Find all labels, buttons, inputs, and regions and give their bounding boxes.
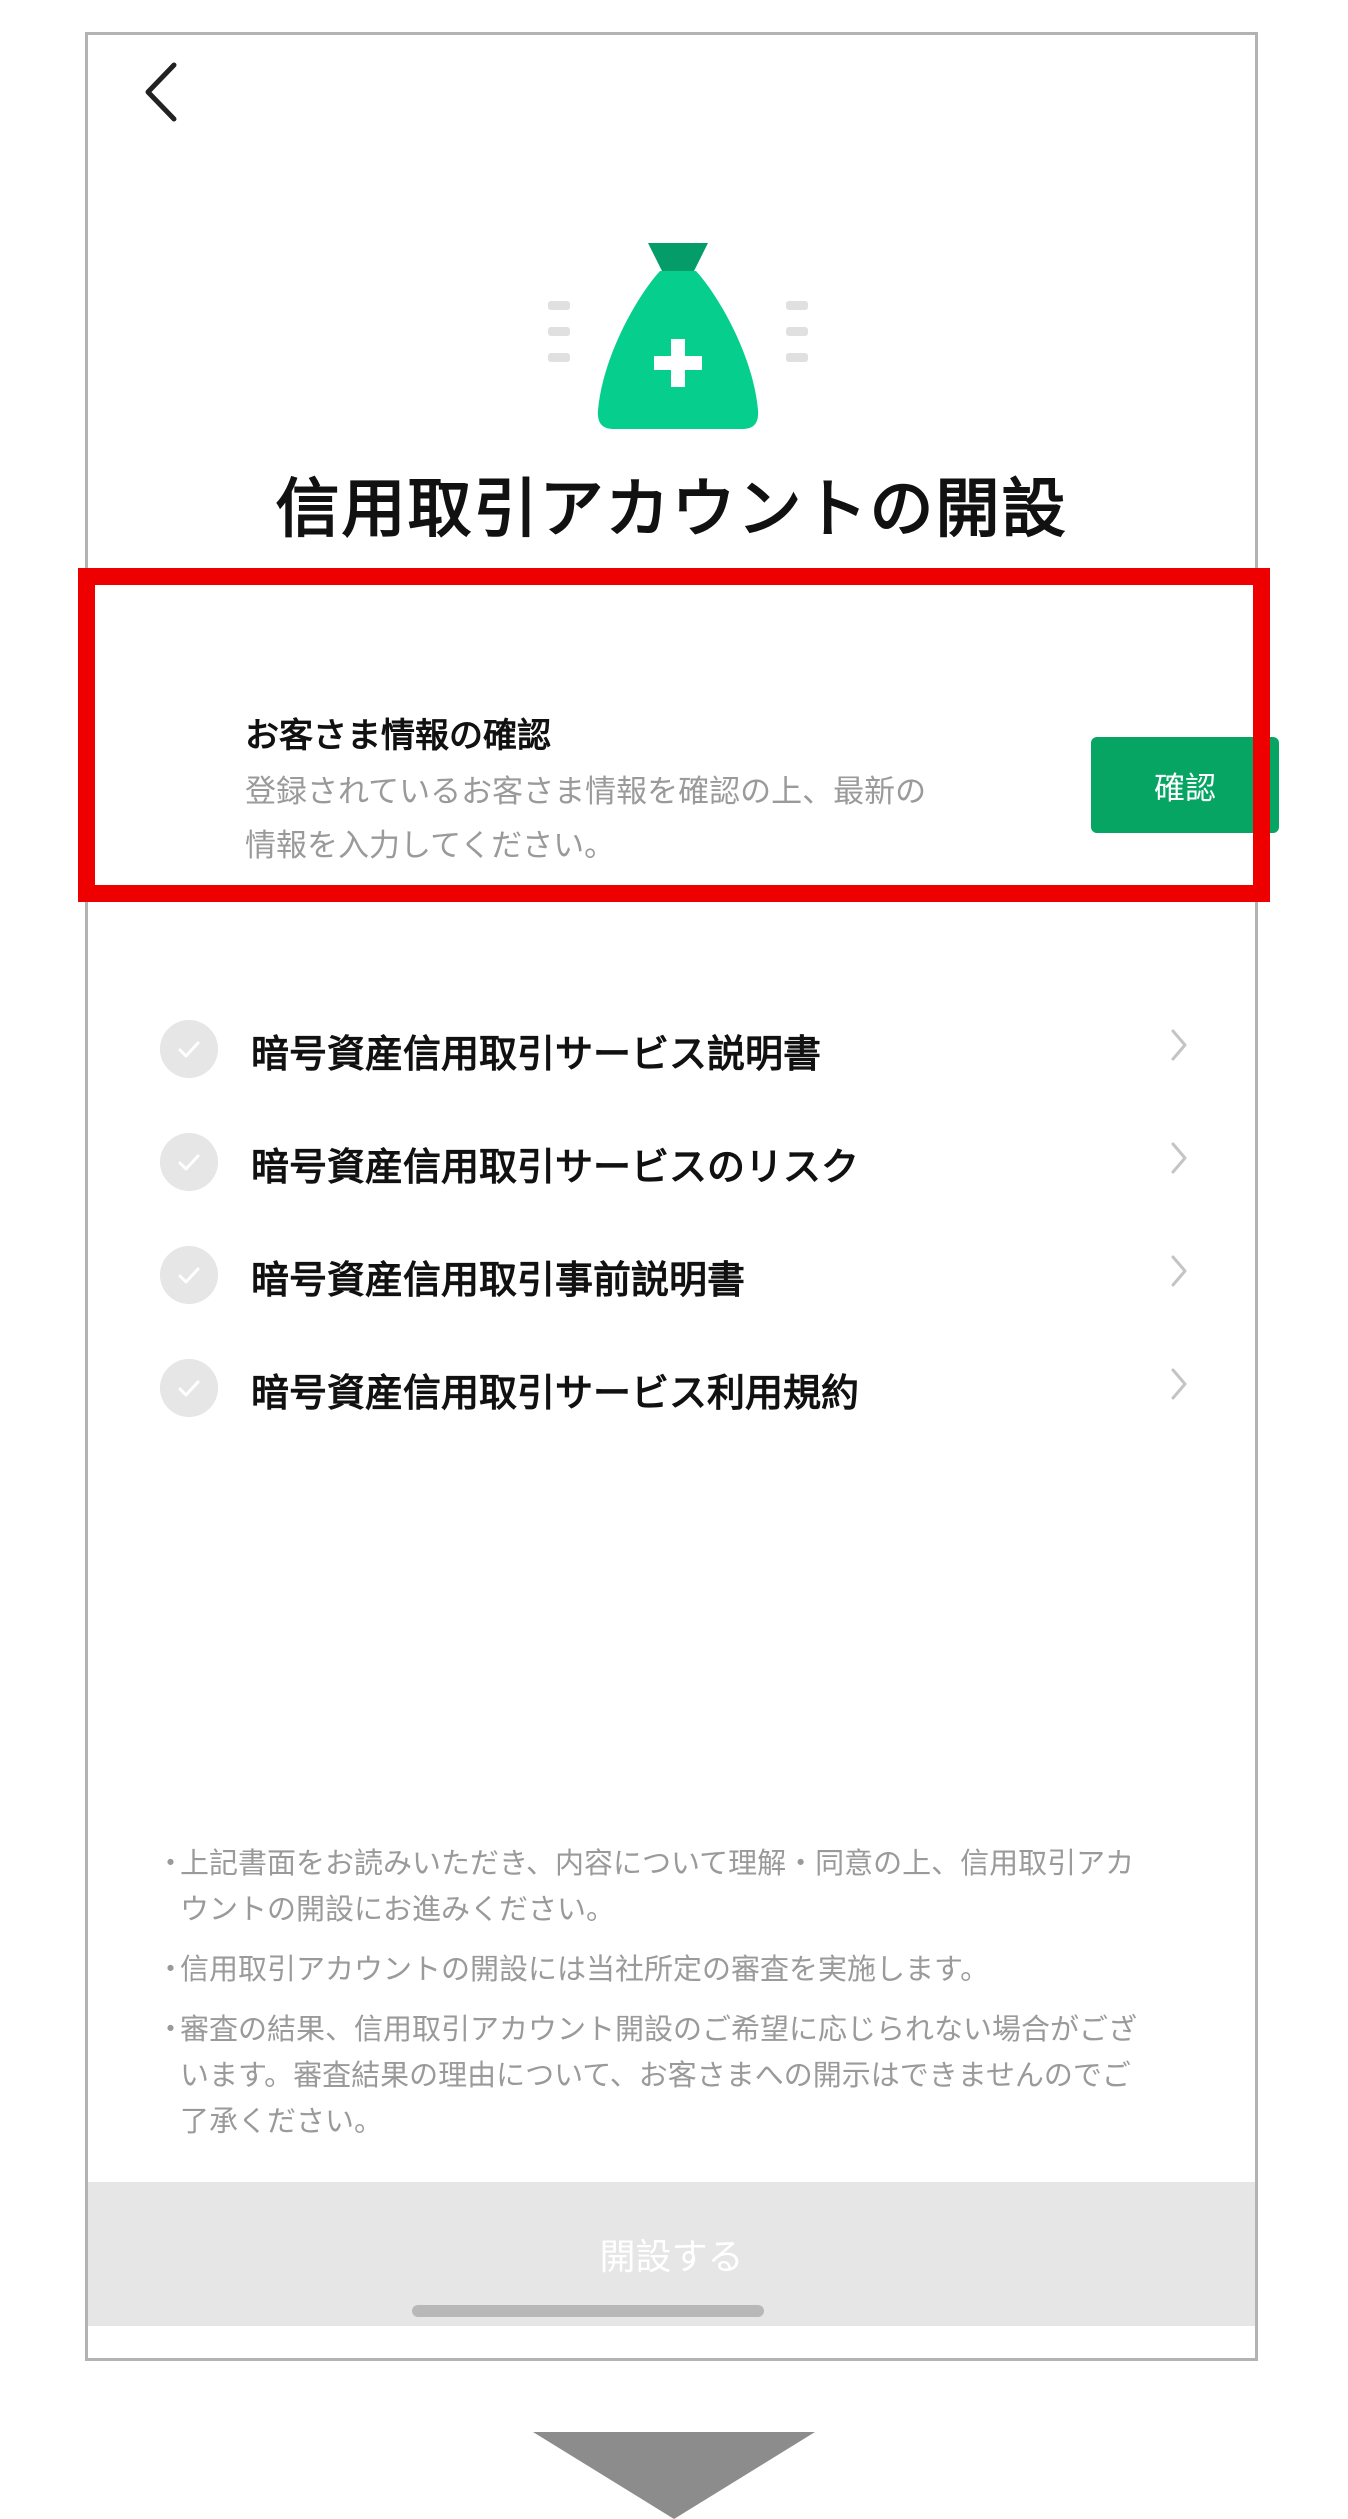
money-bag-plus-icon [548,243,808,429]
phone-screen: 信用取引アカウントの開設 お客さま情報の確認 登録されているお客さま情報を確認の… [85,32,1279,2361]
bottom-bar: 開設する [88,2182,1255,2358]
note-item: ・ 審査の結果、信用取引アカウント開設のご希望に応じられない場合がござ います。… [156,2006,1176,2144]
note-line: ウントの開設にお進みください。 [180,1892,616,1926]
document-label: 暗号資産信用取引サービス説明書 [251,1032,822,1076]
document-label: 暗号資産信用取引サービスのリスク [251,1145,860,1189]
note-line: 了承ください。 [180,2104,384,2138]
down-arrow-icon [533,2432,815,2519]
document-item[interactable]: 暗号資産信用取引事前説明書 [88,1241,1261,1311]
document-item[interactable]: 暗号資産信用取引サービス説明書 [88,1015,1261,1085]
chevron-right-icon [1171,1029,1187,1061]
document-item[interactable]: 暗号資産信用取引サービスのリスク [88,1128,1261,1198]
note-bullet: ・ [156,2012,186,2046]
chevron-right-icon [1171,1368,1187,1400]
home-indicator [412,2305,764,2317]
note-bullet: ・ [156,1846,186,1880]
document-item[interactable]: 暗号資産信用取引サービス利用規約 [88,1354,1261,1424]
note-line: います。審査結果の理由について、お客さまへの開示はできませんのでご [180,2058,1131,2092]
notes-section: ・ 上記書面をお読みいただき、内容について理解・同意の上、信用取引アカ ウントの… [156,1840,1176,2158]
highlight-frame [78,568,1270,902]
check-circle-icon [160,1020,218,1078]
note-line: 信用取引アカウントの開設には当社所定の審査を実施します。 [180,1952,990,1986]
check-circle-icon [160,1246,218,1304]
document-label: 暗号資産信用取引サービス利用規約 [251,1371,860,1415]
check-circle-icon [160,1359,218,1417]
note-line: 審査の結果、信用取引アカウント開設のご希望に応じられない場合がござ [180,2012,1138,2046]
chevron-right-icon [1171,1255,1187,1287]
check-circle-icon [160,1133,218,1191]
chevron-right-icon [1171,1142,1187,1174]
page-title: 信用取引アカウントの開設 [275,473,1068,547]
note-item: ・ 信用取引アカウントの開設には当社所定の審査を実施します。 [156,1946,1176,1992]
note-line: 上記書面をお読みいただき、内容について理解・同意の上、信用取引アカ [180,1846,1135,1880]
note-bullet: ・ [156,1952,186,1986]
note-item: ・ 上記書面をお読みいただき、内容について理解・同意の上、信用取引アカ ウントの… [156,1840,1176,1932]
document-label: 暗号資産信用取引事前説明書 [251,1258,746,1302]
back-icon[interactable] [126,57,196,127]
bottom-safe-area [88,2326,1255,2358]
